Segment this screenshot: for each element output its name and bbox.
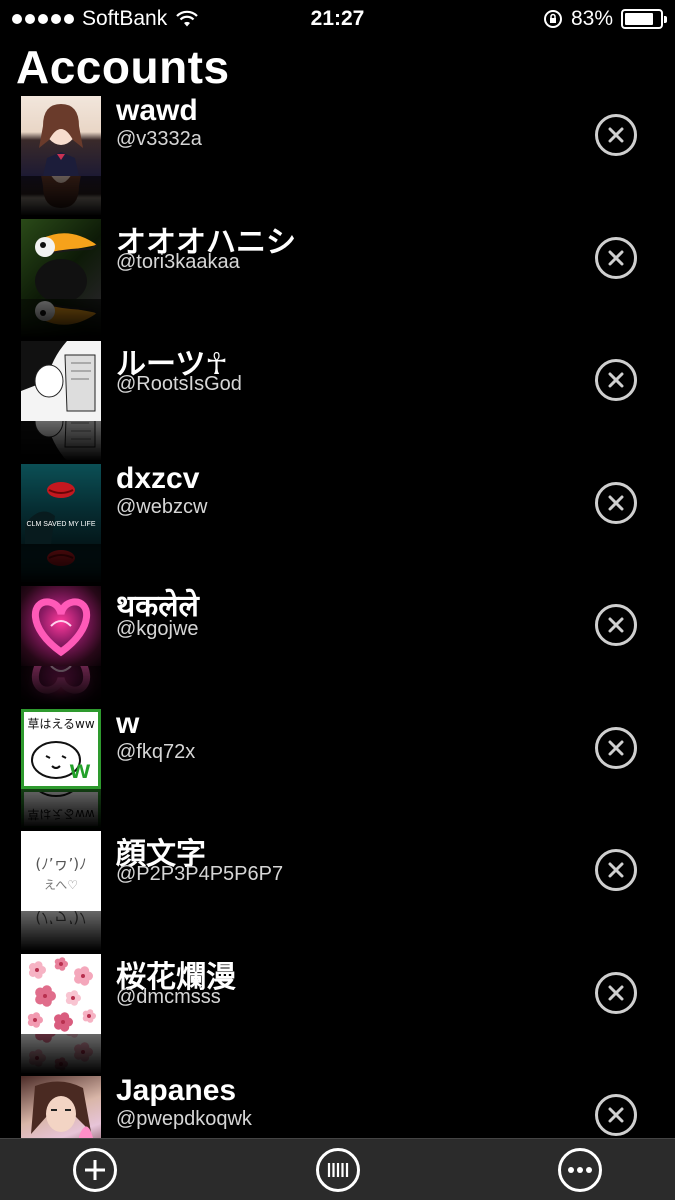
account-handle: @webzcw (116, 495, 208, 518)
remove-account-button[interactable] (595, 1094, 637, 1136)
avatar-caption: 草はえるww (27, 717, 94, 731)
avatar-caption: (ﾉ’ヮ’)ﾉ (35, 911, 86, 927)
close-icon (608, 372, 624, 388)
account-row[interactable]: थकलेले @kgojwe (0, 586, 675, 709)
columns-icon (327, 1162, 348, 1177)
avatar-reflection (21, 298, 101, 339)
columns-button[interactable] (315, 1147, 360, 1192)
more-icon (568, 1166, 592, 1173)
close-icon (608, 985, 624, 1000)
avatar-caption: 草はえるww (27, 807, 94, 821)
remove-account-button[interactable] (595, 971, 637, 1014)
close-icon (608, 250, 624, 265)
avatar-reflection (21, 666, 101, 706)
close-icon (608, 1107, 624, 1123)
avatar-wrap: CLM SAVED MY LIFE CLM SAVED MY LIFE (21, 463, 101, 586)
avatar-reflection (21, 421, 101, 461)
account-row[interactable]: 桜花爛漫 @dmcmsss (0, 953, 675, 1077)
remove-account-button[interactable] (595, 114, 637, 156)
remove-account-button[interactable] (595, 726, 637, 769)
avatar[interactable]: (ﾉ’ヮ’)ﾉ えへ♡ (21, 831, 101, 911)
account-handle: @P2P3P4P5P6P7 (116, 863, 284, 885)
plus-icon (85, 1159, 105, 1180)
rotation-lock-icon (543, 10, 562, 28)
account-row[interactable]: CLM SAVED MY LIFE CLM SAVED MY LIFE dxzcv@… (0, 461, 675, 587)
avatar-caption: (ﾉ’ヮ’)ﾉ (35, 855, 86, 873)
account-handle: @v3332a (116, 128, 202, 150)
account-handle: @pwepdkoqwk (116, 1108, 252, 1130)
account-handle: @kgojwe (116, 618, 199, 640)
avatar[interactable] (21, 96, 101, 176)
avatar-reflection: (ﾉ’ヮ’)ﾉえへ♡ (21, 911, 101, 951)
remove-account-button[interactable] (595, 359, 637, 401)
avatar-reflection (21, 1033, 101, 1074)
account-handle: @tori3kaakaa (116, 250, 240, 273)
more-button[interactable] (558, 1147, 602, 1192)
remove-account-button[interactable] (595, 849, 637, 891)
battery-icon (621, 9, 667, 29)
avatar[interactable] (21, 218, 101, 299)
remove-account-button[interactable] (595, 236, 637, 279)
remove-account-button[interactable] (595, 604, 637, 646)
avatar-wrap (21, 586, 101, 708)
avatar-subcaption: えへ♡ (44, 878, 78, 892)
account-handle: @RootsIsGod (116, 373, 242, 395)
avatar-wrap (21, 218, 101, 341)
account-handle: @dmcmsss (116, 985, 221, 1008)
account-row[interactable]: wawd @v3332a (0, 96, 675, 219)
close-icon (608, 127, 624, 143)
avatar-letter: w (69, 754, 91, 784)
account-row[interactable]: (ﾉ’ヮ’)ﾉえへ♡(ﾉ’ヮ’)ﾉえへ♡顔文字@P2P3P4P5P6P7 (0, 831, 675, 954)
remove-account-button[interactable] (595, 481, 637, 524)
account-row[interactable]: Japanes @pwepdkoqwk (0, 1074, 675, 1138)
wifi-icon (176, 10, 199, 27)
account-row[interactable]: ルーツ☥ @RootsIsGod (0, 341, 675, 464)
avatar-reflection: CLM SAVED MY LIFE (21, 543, 101, 584)
status-bar: SoftBank 21:27 83% (0, 0, 675, 38)
avatar-reflection: 草はえるwww (21, 788, 101, 829)
signal-strength-icon (12, 14, 74, 24)
status-left: SoftBank (12, 7, 199, 31)
avatar[interactable] (21, 953, 101, 1034)
avatar[interactable] (21, 586, 101, 666)
avatar-wrap (21, 341, 101, 463)
account-name: w (116, 706, 140, 740)
avatar[interactable] (21, 1076, 101, 1138)
avatar[interactable] (21, 341, 101, 421)
avatar-wrap (21, 953, 101, 1076)
avatar[interactable]: 草はえるww w (21, 708, 101, 789)
avatar-wrap (21, 96, 101, 218)
avatar-wrap (21, 1076, 101, 1138)
clock: 21:27 (310, 7, 365, 30)
account-row[interactable]: 草はえるwww草はえるwwww@fkq72x (0, 706, 675, 832)
add-account-button[interactable] (73, 1147, 117, 1192)
close-icon (608, 495, 624, 510)
close-icon (608, 862, 624, 878)
account-row[interactable]: オオオハニシ @tori3kaakaa (0, 218, 675, 342)
avatar-reflection (21, 176, 101, 216)
battery-fill (625, 13, 654, 25)
account-name: dxzcv (116, 461, 200, 495)
avatar-wrap: 草はえるwww草はえるwww (21, 708, 101, 831)
close-icon (608, 740, 624, 755)
account-name: Japanes (116, 1074, 237, 1107)
carrier-label: SoftBank (82, 7, 168, 30)
account-name: wawd (116, 96, 198, 127)
avatar-caption: CLM SAVED MY LIFE (27, 521, 96, 528)
account-handle: @fkq72x (116, 740, 196, 763)
status-right: 83% (543, 7, 667, 31)
page-title: Accounts (16, 41, 230, 93)
account-list[interactable]: wawd @v3332a オオオハニシ @tori3kaakaa ルーツ☥ @RootsI… (0, 96, 675, 1138)
avatar[interactable]: CLM SAVED MY LIFE (21, 463, 101, 544)
close-icon (608, 617, 624, 633)
battery-percent: 83% (570, 7, 613, 30)
avatar-wrap: (ﾉ’ヮ’)ﾉえへ♡(ﾉ’ヮ’)ﾉえへ♡ (21, 831, 101, 953)
tab-bar (0, 1138, 675, 1200)
